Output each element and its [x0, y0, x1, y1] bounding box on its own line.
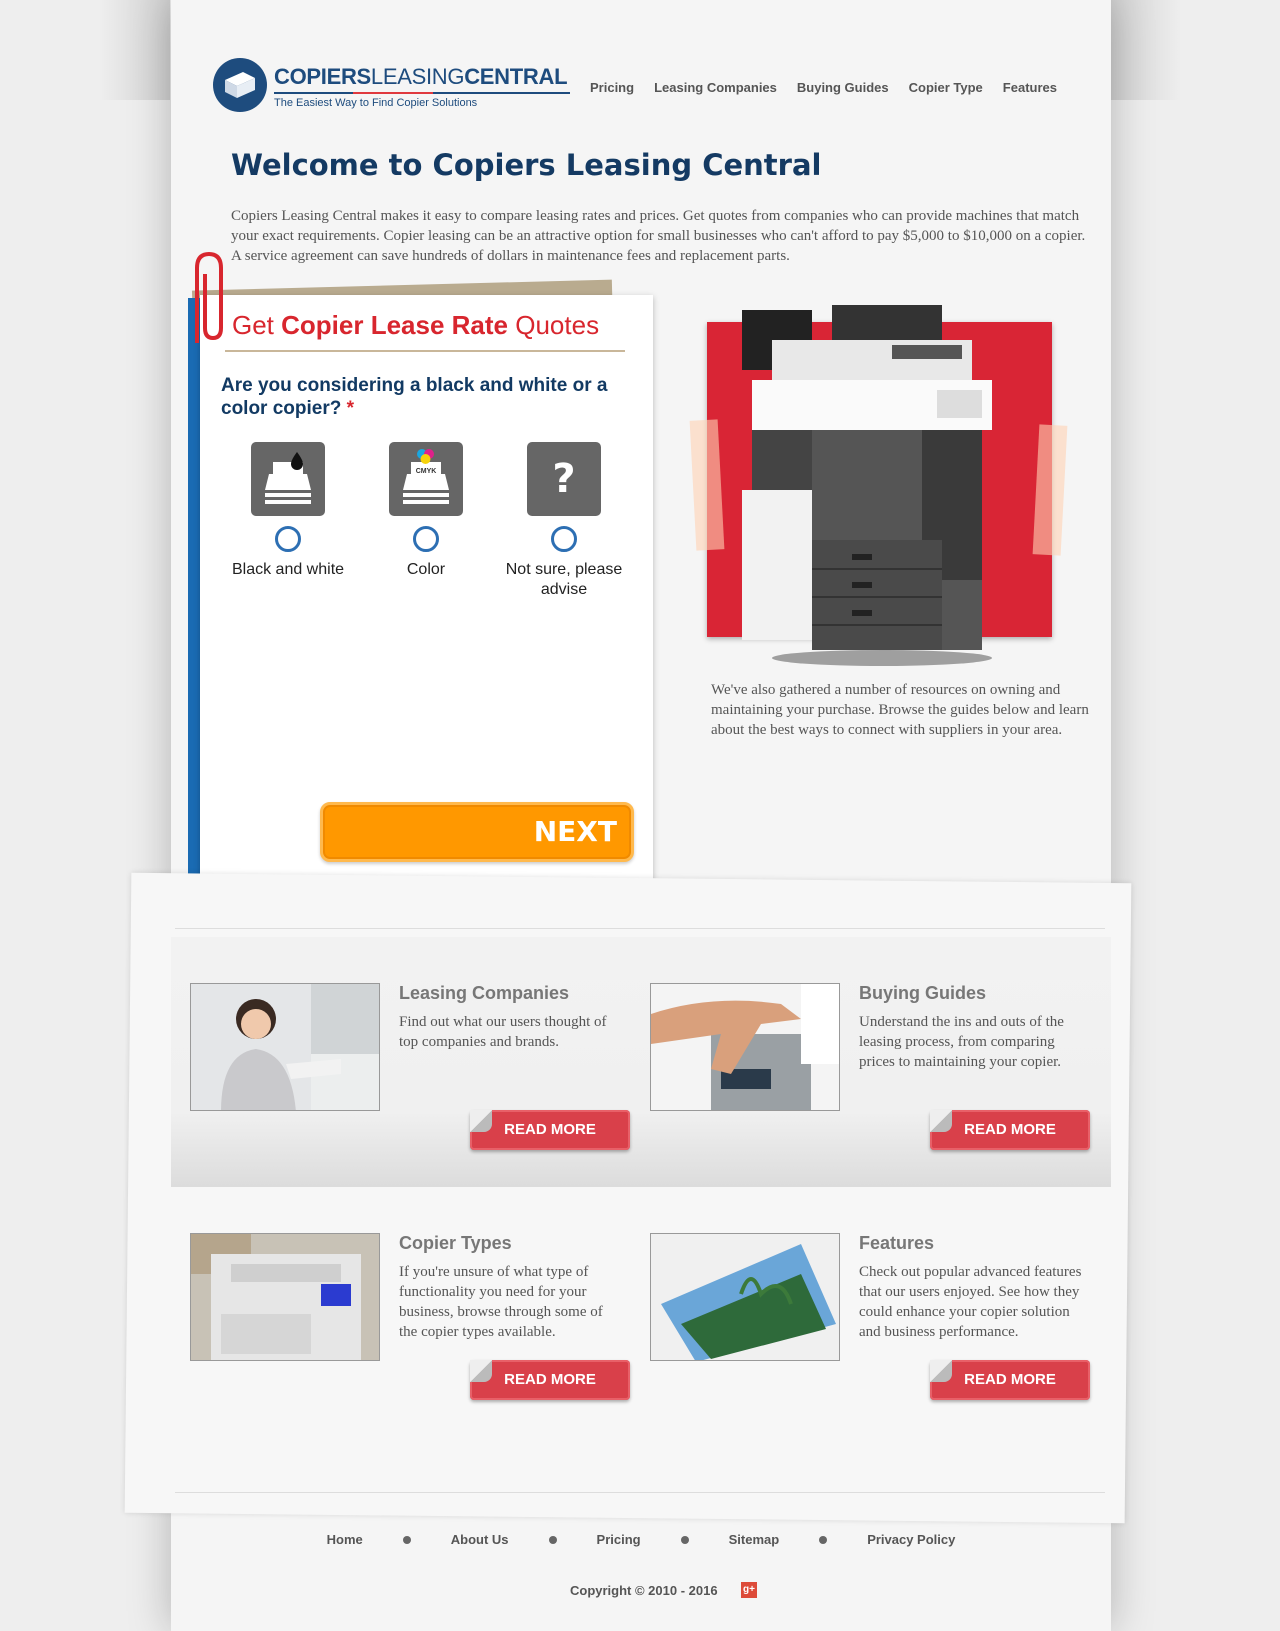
quote-title-rule: [225, 350, 625, 352]
footer-separator: [819, 1535, 828, 1544]
section-divider: [175, 928, 1105, 929]
option-black-white[interactable]: Black and white: [218, 442, 358, 580]
footer-link-home[interactable]: Home: [327, 1532, 363, 1547]
question-text: Are you considering a black and white or…: [221, 375, 608, 419]
page-title: Welcome to Copiers Leasing Central: [231, 148, 822, 182]
feature-title[interactable]: Buying Guides: [859, 983, 986, 1004]
bw-paper-icon: [251, 442, 325, 516]
page-shadow-left: [100, 0, 170, 100]
feature-copier-types: Copier Types If you're unsure of what ty…: [190, 1233, 630, 1413]
google-plus-icon[interactable]: g+: [741, 1582, 757, 1598]
footer-link-pricing[interactable]: Pricing: [597, 1532, 641, 1547]
read-more-button[interactable]: READ MORE: [930, 1110, 1090, 1150]
read-more-button[interactable]: READ MORE: [470, 1110, 630, 1150]
nav-buying-guides[interactable]: Buying Guides: [797, 80, 889, 95]
question-mark: ?: [552, 456, 576, 502]
logo-wordmark: COPIERSLEASINGCENTRAL: [274, 64, 568, 90]
logo-emblem-icon: [213, 58, 267, 112]
page-curl-icon: [930, 1110, 952, 1132]
feature-buying-guides: Buying Guides Understand the ins and out…: [650, 983, 1090, 1163]
footer-divider: [175, 1492, 1105, 1493]
site-logo[interactable]: COPIERSLEASINGCENTRAL The Easiest Way to…: [213, 58, 573, 116]
radio-color[interactable]: [413, 526, 439, 552]
footer-link-privacy[interactable]: Privacy Policy: [867, 1532, 955, 1547]
read-more-label: READ MORE: [504, 1371, 596, 1388]
required-marker: *: [346, 398, 355, 419]
feature-leasing-companies: Leasing Companies Find out what our user…: [190, 983, 630, 1163]
copier-image: [742, 305, 992, 666]
logo-word-leasing: LEASING: [370, 64, 465, 89]
paperclip-icon: [195, 251, 223, 343]
quote-title-post: Quotes: [508, 310, 600, 340]
feature-title[interactable]: Features: [859, 1233, 934, 1254]
footer-separator: [680, 1535, 689, 1544]
option-color[interactable]: CMYK Color: [356, 442, 496, 580]
read-more-button[interactable]: READ MORE: [470, 1360, 630, 1400]
footer-link-sitemap[interactable]: Sitemap: [729, 1532, 780, 1547]
feature-description: Find out what our users thought of top c…: [399, 1014, 607, 1050]
feature-title[interactable]: Leasing Companies: [399, 983, 569, 1004]
read-more-label: READ MORE: [964, 1371, 1056, 1388]
main-nav: Pricing Leasing Companies Buying Guides …: [590, 80, 1077, 95]
footer-separator: [548, 1535, 557, 1544]
option-label-not-sure: Not sure, please advise: [505, 561, 623, 598]
logo-word-copiers: COPIERS: [274, 64, 371, 89]
form-question: Are you considering a black and white or…: [221, 374, 641, 420]
features-image: [650, 1233, 840, 1361]
nav-features[interactable]: Features: [1003, 80, 1057, 95]
option-label-black-white: Black and white: [231, 561, 345, 578]
feature-description: Check out popular advanced features that…: [859, 1264, 1082, 1340]
page-shadow-right: [1111, 0, 1181, 100]
resources-paragraph: We've also gathered a number of resource…: [711, 682, 1089, 738]
footer-separator: [402, 1535, 411, 1544]
buying-guides-image: [650, 983, 840, 1111]
cmyk-paper-icon: CMYK: [389, 442, 463, 516]
read-more-label: READ MORE: [964, 1121, 1056, 1138]
quote-form-title: Get Copier Lease Rate Quotes: [232, 310, 599, 341]
read-more-label: READ MORE: [504, 1121, 596, 1138]
radio-black-white[interactable]: [275, 526, 301, 552]
read-more-button[interactable]: READ MORE: [930, 1360, 1090, 1400]
logo-tagline: The Easiest Way to Find Copier Solutions: [274, 97, 478, 109]
nav-pricing[interactable]: Pricing: [590, 80, 634, 95]
option-not-sure[interactable]: ? Not sure, please advise: [494, 442, 634, 600]
feature-description: If you're unsure of what type of functio…: [399, 1264, 603, 1340]
page-curl-icon: [930, 1360, 952, 1382]
quote-title-bold: Copier Lease Rate: [281, 310, 509, 340]
next-button[interactable]: NEXT: [320, 802, 634, 862]
question-icon: ?: [527, 442, 601, 516]
copyright-text: Copyright © 2010 - 2016: [570, 1583, 718, 1598]
intro-paragraph: Copiers Leasing Central makes it easy to…: [231, 208, 1086, 264]
feature-features: Features Check out popular advanced feat…: [650, 1233, 1090, 1413]
feature-title[interactable]: Copier Types: [399, 1233, 512, 1254]
quote-title-pre: Get: [232, 310, 282, 340]
radio-not-sure[interactable]: [551, 526, 577, 552]
cmyk-label: CMYK: [416, 468, 437, 475]
nav-copier-type[interactable]: Copier Type: [909, 80, 983, 95]
feature-description: Understand the ins and outs of the leasi…: [859, 1014, 1064, 1070]
nav-leasing-companies[interactable]: Leasing Companies: [654, 80, 777, 95]
page-curl-icon: [470, 1110, 492, 1132]
leasing-companies-image: [190, 983, 380, 1111]
logo-word-central: CENTRAL: [464, 64, 568, 89]
page-curl-icon: [470, 1360, 492, 1382]
logo-underline-accent: [353, 92, 433, 94]
footer-link-about[interactable]: About Us: [451, 1532, 509, 1547]
footer-nav: Home About Us Pricing Sitemap Privacy Po…: [171, 1532, 1111, 1547]
option-label-color: Color: [406, 561, 446, 578]
copier-types-image: [190, 1233, 380, 1361]
